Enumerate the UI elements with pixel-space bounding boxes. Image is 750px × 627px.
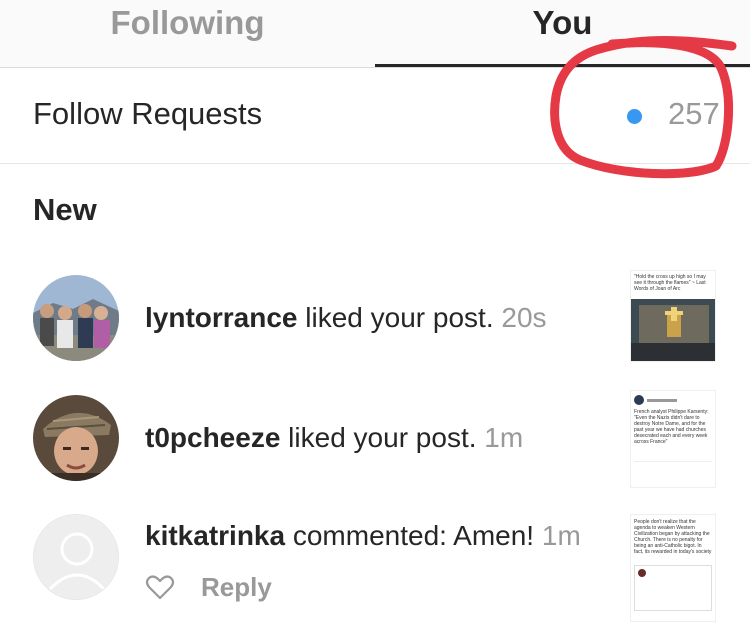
heart-icon[interactable]	[145, 572, 175, 602]
tweet-avatar-icon	[638, 569, 646, 577]
cathedral-fire-image	[631, 299, 715, 361]
embedded-tweet	[634, 565, 712, 611]
follow-requests-count: 257	[668, 96, 720, 131]
reply-button[interactable]: Reply	[201, 572, 272, 603]
activity-row[interactable]: lyntorrance liked your post. 20s "Hold t…	[0, 262, 750, 382]
activity-row[interactable]: kitkatrinka commented: Amen! 1m People d…	[0, 500, 750, 622]
man-in-cap-avatar[interactable]	[33, 395, 119, 481]
activity-tabs: Following You	[0, 0, 750, 68]
thumbnail-caption: People don't realize that the agenda to …	[634, 519, 712, 555]
tweet-name-placeholder	[647, 398, 677, 402]
username-link[interactable]: t0pcheeze	[145, 422, 280, 453]
follow-requests-row[interactable]: Follow Requests 257	[0, 68, 750, 164]
tab-you[interactable]: You	[375, 0, 750, 68]
activity-text: kitkatrinka commented: Amen! 1m	[145, 520, 581, 552]
active-tab-indicator	[375, 64, 750, 67]
thumbnail-caption: "Hold the cross up high so I may see it …	[634, 274, 706, 292]
default-user-avatar[interactable]	[33, 514, 119, 600]
activity-action: commented: Amen!	[285, 520, 542, 551]
activity-action: liked your post.	[297, 302, 502, 333]
unread-dot-icon	[627, 109, 642, 124]
tweet-footer	[634, 461, 712, 473]
activity-text: lyntorrance liked your post. 20s	[145, 302, 547, 334]
activity-time: 1m	[541, 520, 581, 551]
activity-action: liked your post.	[280, 422, 485, 453]
activity-text: t0pcheeze liked your post. 1m	[145, 422, 523, 454]
tweet-header	[631, 391, 715, 409]
follow-requests-label: Follow Requests	[33, 96, 263, 131]
post-thumbnail[interactable]: People don't realize that the agenda to …	[630, 514, 716, 622]
username-link[interactable]: kitkatrinka	[145, 520, 285, 551]
thumbnail-caption: French analyst Philippe Karsenty: "Even …	[634, 409, 709, 445]
post-thumbnail[interactable]: French analyst Philippe Karsenty: "Even …	[630, 390, 716, 488]
tab-following[interactable]: Following	[0, 0, 375, 68]
activity-time: 20s	[501, 302, 547, 333]
activity-row[interactable]: t0pcheeze liked your post. 1m French ana…	[0, 380, 750, 500]
username-link[interactable]: lyntorrance	[145, 302, 298, 333]
section-title-new: New	[33, 192, 97, 227]
tweet-avatar-icon	[634, 395, 644, 405]
group-photo-avatar[interactable]	[33, 275, 119, 361]
post-thumbnail[interactable]: "Hold the cross up high so I may see it …	[630, 270, 716, 362]
activity-time: 1m	[484, 422, 524, 453]
